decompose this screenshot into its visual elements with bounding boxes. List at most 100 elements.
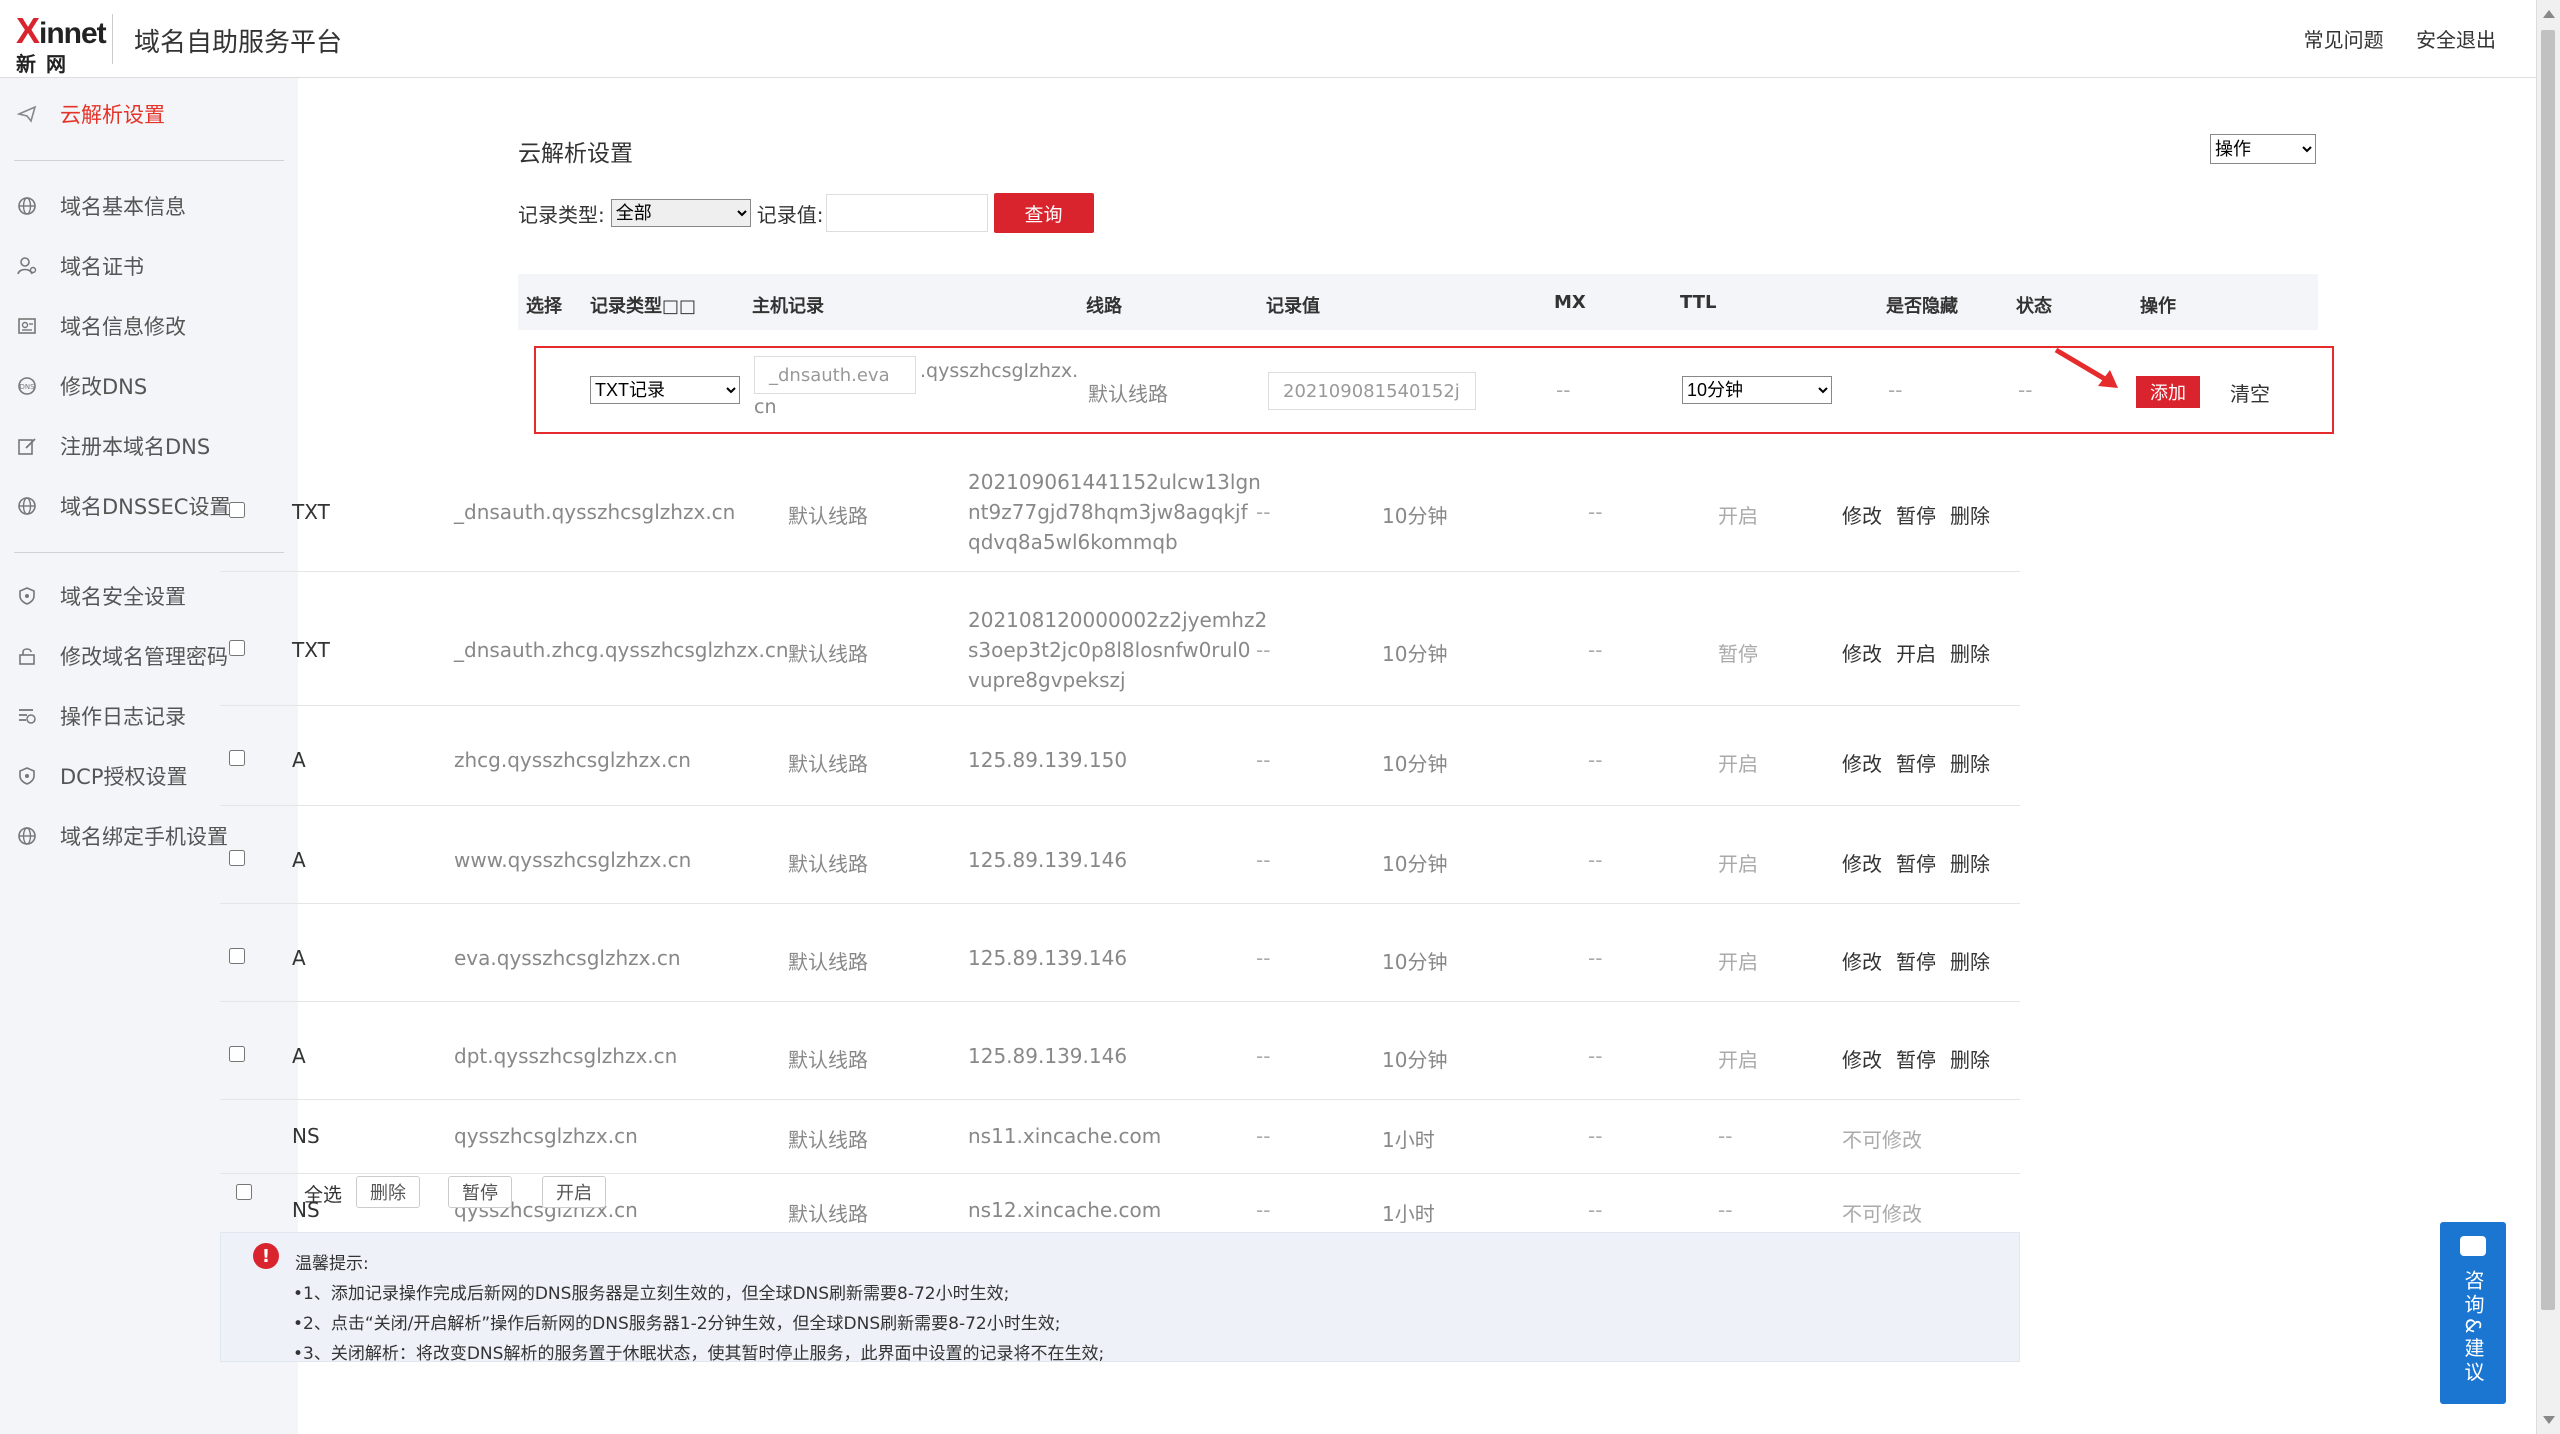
- table-row: Aeva.qysszhcsglzhzx.cn 默认线路 125.89.139.146…: [220, 904, 2020, 1002]
- sidebar-item-label: 域名证书: [60, 255, 144, 279]
- ttl-value: 10分钟: [1382, 1048, 1448, 1072]
- enable-button[interactable]: 开启: [1896, 642, 1936, 666]
- host-record: zhcg.qysszhcsglzhzx.cn: [454, 748, 691, 772]
- pause-button[interactable]: 暂停: [1896, 852, 1936, 876]
- status-value: --: [1718, 1124, 1733, 1148]
- user-cert-icon: [16, 255, 38, 277]
- edit-button[interactable]: 修改: [1842, 1048, 1882, 1072]
- edit-button[interactable]: 修改: [1842, 504, 1882, 528]
- logo-cn: 新网: [16, 52, 76, 76]
- ttl-value: 10分钟: [1382, 752, 1448, 776]
- mx-value: --: [1256, 638, 1271, 662]
- logout-link[interactable]: 安全退出: [2416, 28, 2496, 52]
- host-record: www.qysszhcsglzhzx.cn: [454, 848, 692, 872]
- sidebar-item-label: 修改域名管理密码: [60, 645, 228, 669]
- row-checkbox[interactable]: [229, 1046, 245, 1062]
- sidebar-item-info-edit[interactable]: 域名信息修改: [0, 306, 298, 346]
- pause-button[interactable]: 暂停: [1896, 1048, 1936, 1072]
- operation-select[interactable]: 操作: [2210, 134, 2316, 164]
- add-host-input[interactable]: _dnsauth.eva: [754, 356, 916, 394]
- notice-line: •3、关闭解析：将改变DNS解析的服务置于休眠状态，使其暂时停止服务，此界面中设…: [293, 1344, 1105, 1364]
- record-value-label: 记录值:: [756, 202, 824, 227]
- delete-button[interactable]: 删除: [1950, 642, 1990, 666]
- info-icon: !: [253, 1243, 279, 1269]
- add-status: --: [2018, 378, 2033, 402]
- pause-button[interactable]: 暂停: [1896, 950, 1936, 974]
- record-value: nt9z77gjd78hqm3jw8agqkjf: [968, 500, 1248, 524]
- scroll-thumb[interactable]: [2541, 30, 2555, 1310]
- sidebar-item-label: 域名安全设置: [60, 585, 186, 609]
- xinnet-logo[interactable]: Xinnet 新网: [16, 10, 107, 76]
- bulk-pause-button[interactable]: 暂停: [448, 1176, 512, 1208]
- delete-button[interactable]: 删除: [1950, 1048, 1990, 1072]
- chat-bubble-icon: [2460, 1236, 2486, 1256]
- sidebar-item-modify-dns[interactable]: DNS 修改DNS: [0, 366, 298, 406]
- red-arrow-annotation: [2054, 347, 2118, 388]
- col-select: 选择: [526, 296, 562, 317]
- delete-button[interactable]: 删除: [1950, 950, 1990, 974]
- record-type: A: [292, 848, 306, 872]
- sidebar-item-label: 云解析设置: [60, 103, 165, 127]
- col-type: 记录类型□□: [590, 296, 697, 317]
- delete-button[interactable]: 删除: [1950, 752, 1990, 776]
- add-ttl-select[interactable]: 10分钟: [1682, 376, 1832, 404]
- notice-line: •2、点击“关闭/开启解析”操作后新网的DNS服务器1-2分钟生效，但全球DNS…: [293, 1314, 1061, 1334]
- bulk-actions: 全选 删除 暂停 开启: [220, 1176, 2020, 1232]
- table-row: TXT _dnsauth.qysszhcsglzhzx.cn 默认线路 2021090…: [220, 436, 2020, 572]
- delete-button[interactable]: 删除: [1950, 504, 1990, 528]
- edit-button[interactable]: 修改: [1842, 852, 1882, 876]
- record-type: TXT: [292, 500, 330, 524]
- bulk-delete-button[interactable]: 删除: [356, 1176, 420, 1208]
- edit-button[interactable]: 修改: [1842, 950, 1882, 974]
- dns-icon: DNS: [16, 375, 38, 397]
- svg-text:DNS: DNS: [19, 383, 35, 391]
- pause-button[interactable]: 暂停: [1896, 752, 1936, 776]
- scroll-down-arrow-icon[interactable]: [2543, 1416, 2555, 1424]
- notice-line: •1、添加记录操作完成后新网的DNS服务器是立刻生效的，但全球DNS刷新需要8-…: [293, 1284, 1010, 1304]
- line-value: 默认线路: [788, 642, 868, 666]
- row-checkbox[interactable]: [229, 640, 245, 656]
- row-checkbox[interactable]: [229, 948, 245, 964]
- sidebar-item-domain-info[interactable]: 域名基本信息: [0, 186, 298, 226]
- add-type-select[interactable]: TXT记录: [590, 376, 740, 404]
- sidebar-item-label: 域名基本信息: [60, 195, 186, 219]
- record-value: 202108120000002z2jyemhz2: [968, 608, 1268, 632]
- hidden-value: --: [1588, 1124, 1603, 1148]
- clear-button[interactable]: 清空: [2230, 378, 2270, 407]
- header-divider: [112, 14, 113, 64]
- hidden-value: --: [1588, 638, 1603, 662]
- bulk-enable-button[interactable]: 开启: [542, 1176, 606, 1208]
- delete-button[interactable]: 删除: [1950, 852, 1990, 876]
- row-checkbox[interactable]: [229, 850, 245, 866]
- scroll-up-arrow-icon[interactable]: [2543, 10, 2555, 18]
- record-value-input[interactable]: [825, 194, 988, 232]
- add-hidden: --: [1888, 378, 1903, 402]
- add-value-input[interactable]: 202109081540152j: [1268, 372, 1476, 410]
- mx-value: --: [1256, 1044, 1271, 1068]
- status-value: 暂停: [1718, 642, 1758, 666]
- edit-button[interactable]: 修改: [1842, 752, 1882, 776]
- edit-button[interactable]: 修改: [1842, 642, 1882, 666]
- faq-link[interactable]: 常见问题: [2304, 28, 2384, 52]
- row-actions: 修改 开启 删除: [1842, 638, 2004, 667]
- add-host-suffix-cn: cn: [754, 396, 777, 418]
- status-value: 开启: [1718, 950, 1758, 974]
- notice-title: 温馨提示:: [295, 1254, 369, 1274]
- pause-button[interactable]: 暂停: [1896, 504, 1936, 528]
- line-value: 默认线路: [788, 504, 868, 528]
- ttl-value: 10分钟: [1382, 642, 1448, 666]
- row-checkbox[interactable]: [229, 750, 245, 766]
- globe-icon: [16, 495, 38, 517]
- vertical-scrollbar[interactable]: [2536, 0, 2560, 1434]
- record-type-select[interactable]: 全部: [610, 199, 751, 227]
- record-type: NS: [292, 1124, 320, 1148]
- globe-icon: [16, 825, 38, 847]
- sidebar-item-dns-settings[interactable]: 云解析设置: [0, 94, 298, 134]
- query-button[interactable]: 查询: [993, 193, 1094, 233]
- select-all-checkbox[interactable]: [236, 1184, 252, 1200]
- add-button[interactable]: 添加: [2136, 376, 2200, 408]
- feedback-button[interactable]: 咨询&建议: [2440, 1222, 2506, 1404]
- row-checkbox[interactable]: [229, 502, 245, 518]
- record-type: TXT: [292, 638, 330, 662]
- sidebar-item-certificate[interactable]: 域名证书: [0, 246, 298, 286]
